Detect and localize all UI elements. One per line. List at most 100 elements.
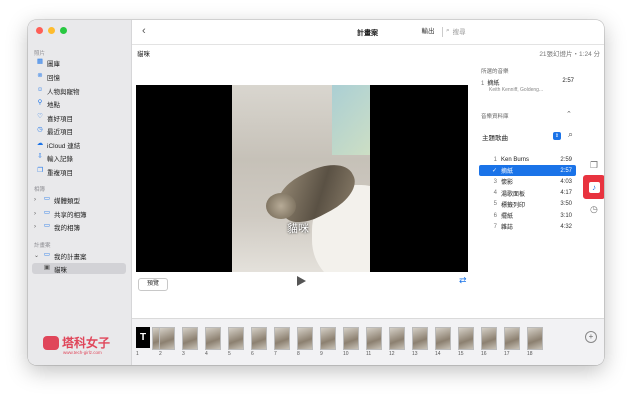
sidebar-item-duplicates[interactable]: ❐ 重複項目: [32, 166, 126, 177]
sidebar-item-recents[interactable]: ◷ 最近項目: [32, 125, 126, 136]
timeline-clip[interactable]: [504, 327, 520, 350]
search-field[interactable]: ⌕ 搜尋: [446, 26, 466, 36]
cloud-icon: ☁: [36, 140, 44, 148]
dropdown-arrows-icon[interactable]: ⇕: [553, 132, 561, 140]
title-slide-clip[interactable]: T: [136, 327, 150, 348]
photos-icon: ▦: [36, 58, 44, 66]
minimize-button[interactable]: [48, 27, 55, 34]
track-row[interactable]: 1 Ken Burns 2:59: [479, 154, 576, 165]
timeline-clip[interactable]: [412, 327, 428, 350]
sidebar-item-my-projects[interactable]: ⌄ ▭ 我的計畫案: [32, 250, 126, 261]
sidebar-item-shared-albums[interactable]: › ▭ 共享的相簿: [32, 208, 126, 219]
sidebar-item-media-types[interactable]: › ▭ 媒體類型: [32, 194, 126, 205]
chevron-right-icon[interactable]: ›: [34, 197, 39, 203]
track-row-selected[interactable]: ✓ 摘紙 2:57: [479, 165, 576, 177]
timeline-clip[interactable]: [481, 327, 497, 350]
watermark: 塔科女子: [43, 334, 110, 351]
sidebar-item-imports[interactable]: ⇩ 輸入記錄: [32, 152, 126, 163]
timeline-clip[interactable]: [527, 327, 543, 350]
clip-number: 9: [320, 351, 323, 357]
sidebar-section-photos: 照片: [34, 51, 46, 57]
shared-album-icon: ▭: [43, 209, 51, 217]
sidebar-item-library[interactable]: ▦ 圖庫: [32, 57, 126, 68]
track-row[interactable]: 6 擺紙 3:10: [479, 210, 576, 221]
timeline-clip[interactable]: [182, 327, 198, 350]
clip-number: 1: [136, 351, 139, 357]
sidebar-item-my-albums[interactable]: › ▭ 我的相簿: [32, 221, 126, 232]
track-row[interactable]: 3 懷影 4:03: [479, 176, 576, 187]
clip-number: 2: [159, 351, 162, 357]
music-library-label: 音樂資料庫: [481, 114, 509, 120]
timeline-clip[interactable]: [205, 327, 221, 350]
clip-number: 12: [389, 351, 395, 357]
loop-icon[interactable]: ⇄: [459, 275, 467, 286]
selected-music-label: 所選的音樂: [481, 69, 509, 75]
clip-number: 13: [412, 351, 418, 357]
sidebar-item-places[interactable]: ⚲ 地點: [32, 98, 126, 109]
duplicate-icon: ❐: [37, 167, 43, 175]
wall-light-image: [332, 85, 370, 155]
sidebar: 照片 ▦ 圖庫 ⊚ 回憶 ☺ 人物與寵物 ⚲ 地點 ♡ 喜好項目 ◷ 最近項目 ☁ iClou…: [28, 20, 132, 365]
chevron-right-icon[interactable]: ›: [34, 211, 39, 217]
clip-number: 6: [251, 351, 254, 357]
timeline-clip[interactable]: [274, 327, 290, 350]
track-list: 1 Ken Burns 2:59 ✓ 摘紙 2:57 3 懷影 4:03 4 湯歌面板 4:17…: [479, 154, 576, 232]
chevron-right-icon[interactable]: ›: [34, 224, 39, 230]
folder-icon: ▭: [43, 222, 51, 230]
sidebar-item-memories[interactable]: ⊚ 回憶: [32, 71, 126, 82]
chevron-up-icon[interactable]: ⌃: [566, 110, 572, 118]
cat-photo: [232, 85, 370, 272]
timeline-clip[interactable]: [228, 327, 244, 350]
slideshow-icon: ▣: [43, 264, 51, 272]
sidebar-section-albums: 相簿: [34, 187, 46, 193]
clip-number: 14: [435, 351, 441, 357]
timeline-clip[interactable]: [320, 327, 336, 350]
duration-icon[interactable]: ◷: [590, 204, 598, 215]
export-button[interactable]: 輸出: [418, 26, 438, 37]
search-icon: ⌕: [446, 27, 450, 34]
timeline-clip[interactable]: [366, 327, 382, 350]
import-icon: ⇩: [37, 153, 43, 161]
clip-number: 16: [481, 351, 487, 357]
watermark-title: 塔科女子: [62, 336, 111, 350]
add-slide-icon[interactable]: +: [585, 331, 597, 343]
timeline-clip[interactable]: [458, 327, 474, 350]
track-row[interactable]: 7 雜誌 4:32: [479, 221, 576, 232]
clip-number: 5: [228, 351, 231, 357]
timeline-clip[interactable]: [435, 327, 451, 350]
clip-number: 18: [527, 351, 533, 357]
music-tab-highlight[interactable]: ♪: [583, 175, 604, 199]
zoom-button[interactable]: [60, 27, 67, 34]
preview-button[interactable]: 預覽: [138, 278, 168, 291]
sidebar-item-people[interactable]: ☺ 人物與寵物: [32, 85, 126, 96]
sidebar-item-favorites[interactable]: ♡ 喜好項目: [32, 112, 126, 123]
theme-icon[interactable]: ❐: [590, 160, 598, 171]
timeline-clip[interactable]: [343, 327, 359, 350]
sidebar-item-cat-project[interactable]: ▣ 貓咪: [32, 263, 126, 274]
memories-icon: ⊚: [37, 72, 43, 80]
timeline-clip[interactable]: [297, 327, 313, 350]
back-chevron-icon[interactable]: ‹: [142, 25, 146, 37]
music-note-icon: ♪: [588, 181, 600, 193]
current-track: 1 摘紙 2:57 Keith Kenniff, Goldeng...: [481, 78, 574, 93]
timeline-clip[interactable]: [389, 327, 405, 350]
project-name: 貓咪: [137, 51, 150, 58]
track-row[interactable]: 5 標籤列印 3:50: [479, 199, 576, 210]
watermark-logo: [43, 335, 59, 350]
slideshow-preview[interactable]: 貓咪: [136, 85, 468, 272]
music-search-icon[interactable]: ⌕: [568, 129, 573, 140]
play-icon[interactable]: [297, 276, 306, 286]
timeline-clip[interactable]: [159, 327, 175, 350]
cat-head-image: [266, 193, 296, 219]
track-row[interactable]: 4 湯歌面板 4:17: [479, 188, 576, 199]
sidebar-section-projects: 計畫案: [34, 243, 51, 249]
close-button[interactable]: [36, 27, 43, 34]
clip-number: 15: [458, 351, 464, 357]
sidebar-item-icloud-links[interactable]: ☁ iCloud 連結: [32, 139, 126, 150]
timeline-clip[interactable]: [251, 327, 267, 350]
people-icon: ☺: [36, 86, 44, 94]
chevron-down-icon[interactable]: ⌄: [34, 252, 39, 259]
music-category-select[interactable]: 主題歌曲: [482, 132, 508, 142]
clip-number: 11: [366, 351, 372, 357]
photos-window: 照片 ▦ 圖庫 ⊚ 回憶 ☺ 人物與寵物 ⚲ 地點 ♡ 喜好項目 ◷ 最近項目 ☁ iClou…: [28, 20, 604, 365]
